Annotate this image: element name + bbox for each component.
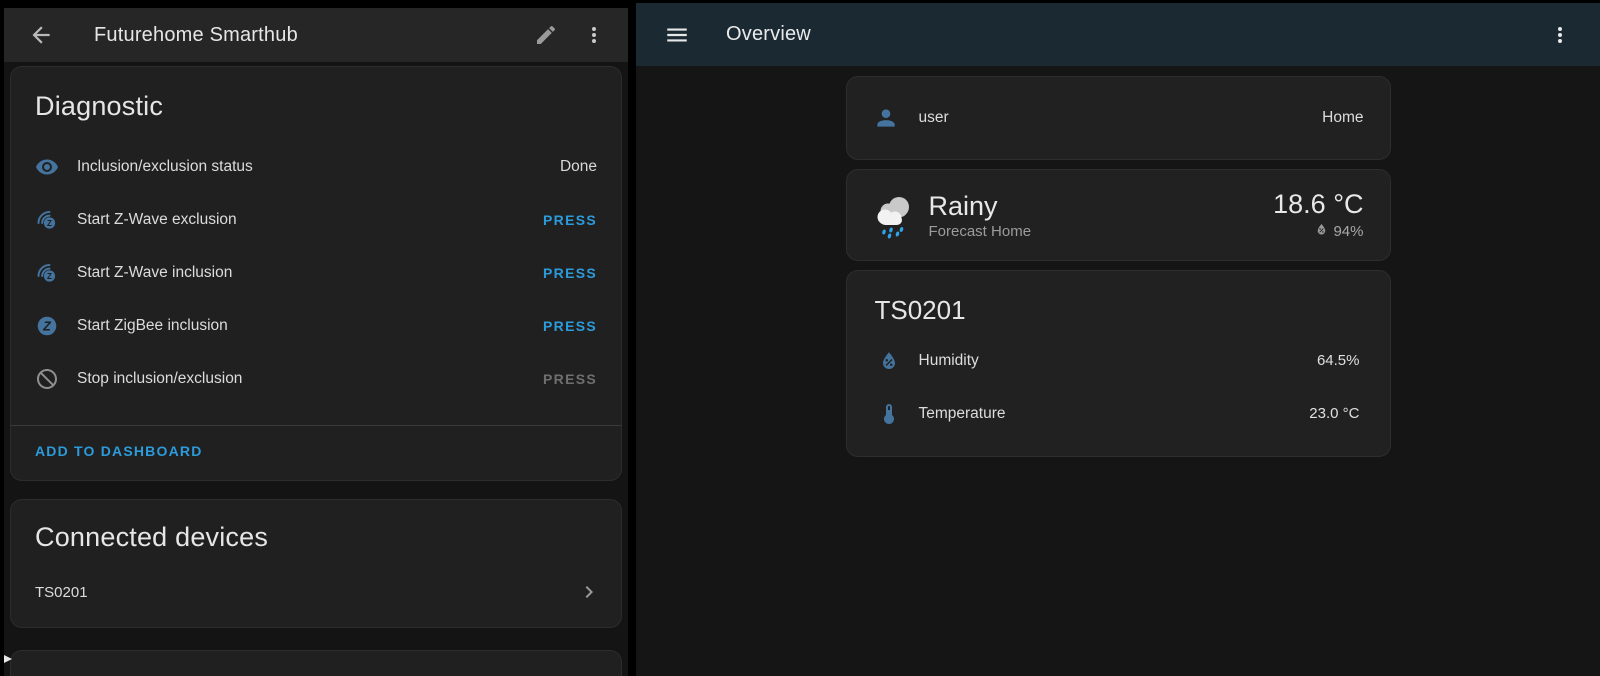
row-label: Inclusion/exclusion status <box>77 158 253 176</box>
press-button[interactable]: PRESS <box>543 212 597 228</box>
connected-device-row-ts0201[interactable]: TS0201 <box>11 563 621 621</box>
panel-divider <box>628 0 636 676</box>
back-button[interactable] <box>24 18 58 52</box>
press-button[interactable]: PRESS <box>543 318 597 334</box>
device-name: TS0201 <box>35 584 88 601</box>
device-app-bar: Futurehome Smarthub <box>4 8 628 62</box>
row-inclusion-exclusion-status[interactable]: Inclusion/exclusion status Done <box>11 140 621 193</box>
screen: Futurehome Smarthub Diagnostic <box>0 0 1600 676</box>
row-start-zwave-inclusion[interactable]: Z Start Z-Wave inclusion PRESS <box>11 246 621 299</box>
sensor-row-temperature[interactable]: Temperature 23.0 °C <box>847 387 1390 440</box>
row-start-zigbee-inclusion[interactable]: Z Start ZigBee inclusion PRESS <box>11 299 621 352</box>
overview-app-bar: Overview <box>636 3 1600 66</box>
sensor-row-label: Temperature <box>919 405 1006 423</box>
diagnostic-card: Diagnostic Inclusion/exclusion status Do… <box>10 66 622 481</box>
row-value: Done <box>560 158 597 176</box>
overview-panel: Overview user Home <box>636 0 1600 676</box>
sensor-card-title: TS0201 <box>847 271 1390 334</box>
sidebar-menu-button[interactable] <box>660 18 694 52</box>
weather-rainy-icon <box>865 187 921 243</box>
sensor-row-label: Humidity <box>919 352 979 370</box>
cancel-icon <box>35 367 59 391</box>
zigbee-icon: Z <box>35 314 59 338</box>
row-start-zwave-exclusion[interactable]: Z Start Z-Wave exclusion PRESS <box>11 193 621 246</box>
user-entity-name: user <box>919 109 949 127</box>
sensor-row-value: 64.5% <box>1317 352 1360 369</box>
overview-overflow-menu-button[interactable] <box>1544 19 1576 51</box>
svg-text:Z: Z <box>47 218 52 227</box>
device-page-title: Futurehome Smarthub <box>94 24 530 47</box>
overview-content: user Home <box>636 66 1600 457</box>
hamburger-menu-icon <box>664 22 690 48</box>
diagnostic-card-actions: ADD TO DASHBOARD <box>11 426 621 480</box>
diagnostic-rows: Inclusion/exclusion status Done <box>11 140 621 405</box>
connected-devices-title: Connected devices <box>11 500 621 563</box>
zwave-icon: Z <box>35 208 59 232</box>
user-entity-state: Home <box>1322 109 1363 127</box>
row-label: Start ZigBee inclusion <box>77 317 228 335</box>
sensor-row-value: 23.0 °C <box>1309 405 1359 422</box>
automations-card: Automations <box>10 650 622 676</box>
water-percent-icon <box>1314 222 1329 241</box>
weather-source: Forecast Home <box>929 223 1032 240</box>
weather-temperature: 18.6 °C <box>1273 189 1363 219</box>
user-entity-card[interactable]: user Home <box>846 76 1391 160</box>
zwave-icon: Z <box>35 261 59 285</box>
pencil-icon <box>534 23 558 47</box>
row-stop-inclusion-exclusion[interactable]: Stop inclusion/exclusion PRESS <box>11 352 621 405</box>
weather-state: Rainy <box>929 191 1032 221</box>
diagnostic-card-title: Diagnostic <box>11 67 621 128</box>
sensor-row-humidity[interactable]: Humidity 64.5% <box>847 334 1390 387</box>
ts0201-sensor-card: TS0201 Humidity 64.5% Temperature 23.0 °… <box>846 270 1391 457</box>
arrow-left-icon <box>28 22 54 48</box>
dots-vertical-icon <box>582 23 606 47</box>
dots-vertical-icon <box>1548 23 1572 47</box>
svg-text:Z: Z <box>47 271 52 280</box>
overview-page-title: Overview <box>726 23 1544 46</box>
device-overflow-menu-button[interactable] <box>578 19 610 51</box>
chevron-right-icon <box>577 580 601 604</box>
account-icon <box>873 105 899 131</box>
connected-devices-card: Connected devices TS0201 <box>10 499 622 628</box>
water-percent-icon <box>877 349 901 373</box>
press-button-disabled: PRESS <box>543 371 597 387</box>
row-label: Start Z-Wave inclusion <box>77 264 232 282</box>
device-detail-panel: Futurehome Smarthub Diagnostic <box>0 0 628 676</box>
device-page-content: Diagnostic Inclusion/exclusion status Do… <box>4 62 628 676</box>
row-label: Stop inclusion/exclusion <box>77 370 242 388</box>
thermometer-icon <box>877 402 901 426</box>
edit-device-button[interactable] <box>530 19 562 51</box>
add-to-dashboard-button[interactable]: ADD TO DASHBOARD <box>35 443 203 459</box>
eye-icon <box>35 155 59 179</box>
weather-card[interactable]: Rainy Forecast Home 18.6 °C 94% <box>846 169 1391 261</box>
press-button[interactable]: PRESS <box>543 265 597 281</box>
row-label: Start Z-Wave exclusion <box>77 211 237 229</box>
svg-text:Z: Z <box>42 319 52 333</box>
weather-humidity: 94% <box>1333 223 1363 240</box>
